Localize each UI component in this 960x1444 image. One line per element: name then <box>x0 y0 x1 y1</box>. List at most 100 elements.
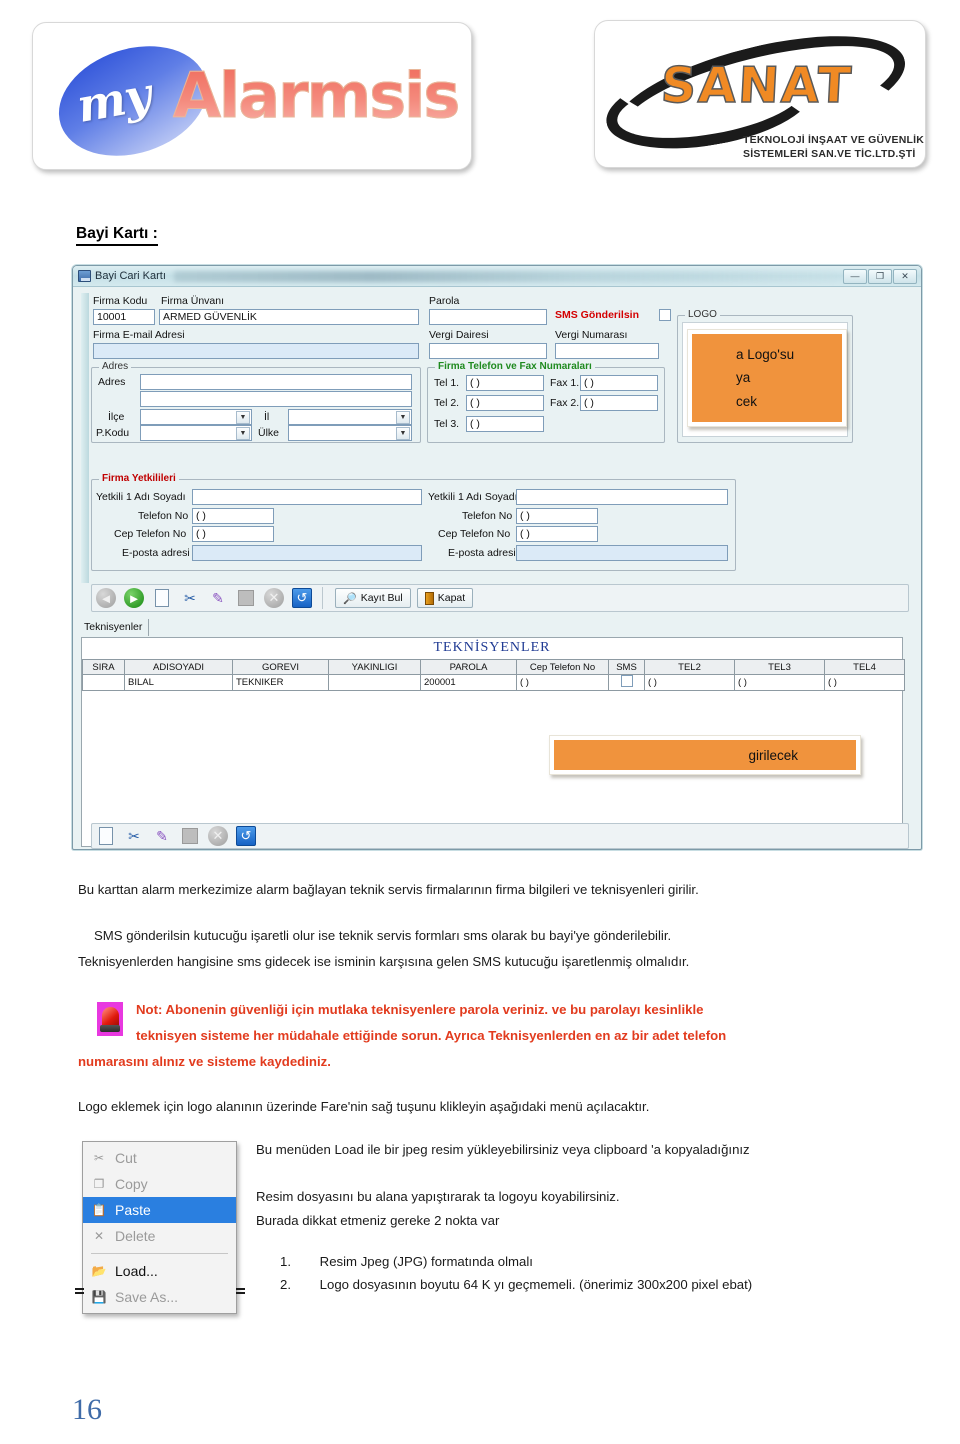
cell-cep-telefon-no[interactable]: ( ) <box>516 674 609 691</box>
minimize-button[interactable]: — <box>843 268 867 284</box>
grid-undo-button[interactable]: ↺ <box>233 824 259 848</box>
prev-record-button[interactable]: ◄ <box>93 586 119 610</box>
grid-delete-button[interactable]: ✕ <box>205 824 231 848</box>
pkodu-combo[interactable]: ▼ <box>140 425 252 441</box>
arrow-right-icon: ► <box>124 588 144 608</box>
col-tel2[interactable]: TEL2 <box>644 659 735 675</box>
cell-sira[interactable] <box>82 674 125 691</box>
yetkili2-telefon-label: Telefon No <box>462 510 513 522</box>
yetkili2-input[interactable] <box>516 489 728 505</box>
col-sms[interactable]: SMS <box>608 659 645 675</box>
sms-row-checkbox[interactable] <box>620 675 633 687</box>
col-parola[interactable]: PAROLA <box>420 659 517 675</box>
yetkili1-telefon-input[interactable]: ( ) <box>192 508 274 524</box>
logo-callout-line-1: a Logo'su <box>736 346 795 362</box>
cell-tel2[interactable]: ( ) <box>644 674 735 691</box>
grid-new-button[interactable] <box>93 824 119 848</box>
tab-teknisyenler[interactable]: Teknisyenler <box>81 619 150 636</box>
yetkili1-cep-input[interactable]: ( ) <box>192 526 274 542</box>
paragraph-3: Teknisyenlerden hangisine sms gidecek is… <box>78 954 690 969</box>
ilce-combo[interactable]: ▼ <box>140 409 252 425</box>
vergi-dairesi-label: Vergi Dairesi <box>429 329 489 341</box>
col-yakinligi[interactable]: YAKINLIGI <box>328 659 421 675</box>
adres-line2-input[interactable] <box>140 391 412 407</box>
yetkili1-input[interactable] <box>192 489 422 505</box>
fax1-label: Fax 1. <box>550 377 580 389</box>
vergi-dairesi-input[interactable] <box>429 343 547 359</box>
adres-label: Adres <box>98 376 126 388</box>
ulke-combo[interactable]: ▼ <box>288 425 412 441</box>
yetkili2-telefon-input[interactable]: ( ) <box>516 508 598 524</box>
next-record-button[interactable]: ► <box>121 586 147 610</box>
requirements-list: 1. Resim Jpeg (JPG) formatında olmalı 2.… <box>280 1250 752 1296</box>
tel3-input[interactable]: ( ) <box>466 416 544 432</box>
scissors-icon: ✂ <box>184 589 196 606</box>
firma-unvani-input[interactable]: ARMED GÜVENLİK <box>159 309 419 325</box>
parola-input[interactable] <box>429 309 547 325</box>
col-cep-telefon-no[interactable]: Cep Telefon No <box>516 659 609 675</box>
yetkili2-cep-input[interactable]: ( ) <box>516 526 598 542</box>
cell-gorevi[interactable]: TEKNIKER <box>232 674 329 691</box>
close-x-icon: ✕ <box>208 826 228 846</box>
vergi-numarasi-input[interactable] <box>555 343 659 359</box>
adres-group-caption: Adres <box>99 361 132 372</box>
col-adisoyadi[interactable]: ADISOYADI <box>124 659 233 675</box>
yetkili2-eposta-input[interactable] <box>516 545 728 561</box>
save-record-button[interactable] <box>233 586 259 610</box>
fax2-input[interactable]: ( ) <box>580 395 658 411</box>
yetkili1-eposta-input[interactable] <box>192 545 422 561</box>
chevron-down-icon[interactable]: ▼ <box>396 411 410 424</box>
undo-record-button[interactable]: ↺ <box>289 586 315 610</box>
col-sira[interactable]: SIRA <box>82 659 125 675</box>
grid-cut-button[interactable]: ✂ <box>121 824 147 848</box>
sanat-logo-card: SANAT TEKNOLOJİ İNŞAAT VE GÜVENLİK SİSTE… <box>594 12 926 180</box>
folder-open-icon: 📂 <box>91 1264 107 1278</box>
context-menu-item-paste[interactable]: 📋 Paste <box>83 1197 236 1223</box>
fax1-input[interactable]: ( ) <box>580 375 658 391</box>
kapat-button[interactable]: Kapat <box>416 588 474 608</box>
tel1-input[interactable]: ( ) <box>466 375 544 391</box>
grid-save-button[interactable] <box>177 824 203 848</box>
delete-record-button[interactable]: ✕ <box>261 586 287 610</box>
il-combo[interactable]: ▼ <box>288 409 412 425</box>
chevron-down-icon[interactable]: ▼ <box>236 427 250 440</box>
chevron-down-icon[interactable]: ▼ <box>236 411 250 424</box>
cut-record-button[interactable]: ✂ <box>177 586 203 610</box>
grid-edit-button[interactable]: ✎ <box>149 824 175 848</box>
context-menu-item-load[interactable]: 📂 Load... <box>83 1258 236 1284</box>
chevron-down-icon[interactable]: ▼ <box>396 427 410 440</box>
tel2-input[interactable]: ( ) <box>466 395 544 411</box>
maximize-button[interactable]: ❐ <box>868 268 892 284</box>
tab-strip: Teknisyenler <box>81 617 150 636</box>
context-menu-item-cut-label: Cut <box>115 1150 137 1166</box>
context-menu-item-delete[interactable]: ✕ Delete <box>83 1223 236 1249</box>
cell-parola[interactable]: 200001 <box>420 674 517 691</box>
firma-email-input[interactable] <box>93 343 419 359</box>
adres-line1-input[interactable] <box>140 374 412 390</box>
cell-tel4[interactable]: ( ) <box>824 674 905 691</box>
ilce-label: İlçe <box>108 411 125 423</box>
myalarmsis-logo: my Alarmsis <box>33 23 471 174</box>
sms-gonderilsin-checkbox[interactable] <box>659 309 671 321</box>
col-gorevi[interactable]: GOREVI <box>232 659 329 675</box>
context-menu-item-cut[interactable]: ✂ Cut <box>83 1145 236 1171</box>
kayit-bul-button[interactable]: 🔎 Kayıt Bul <box>335 588 411 608</box>
new-record-button[interactable] <box>149 586 175 610</box>
cell-yakinligi[interactable] <box>328 674 421 691</box>
col-tel3[interactable]: TEL3 <box>734 659 825 675</box>
context-menu-crop-marks <box>75 1288 245 1298</box>
yetkili1-label: Yetkili 1 Adı Soyadı <box>96 491 186 503</box>
pkodu-label: P.Kodu <box>96 427 130 439</box>
firma-kodu-input[interactable]: 10001 <box>93 309 155 325</box>
adres-group: Adres Adres İlçe ▼ İl ▼ P.Kodu ▼ Ülke ▼ <box>91 361 421 443</box>
kayit-bul-label: Kayıt Bul <box>360 592 403 604</box>
table-row[interactable]: BILAL TEKNIKER 200001 ( ) ( ) ( ) ( ) <box>82 674 905 691</box>
cell-sms[interactable] <box>608 674 645 691</box>
cell-tel3[interactable]: ( ) <box>734 674 825 691</box>
edit-record-button[interactable]: ✎ <box>205 586 231 610</box>
close-button[interactable]: ✕ <box>893 268 917 284</box>
cell-adisoyadi[interactable]: BILAL <box>124 674 233 691</box>
il-label: İl <box>264 411 270 423</box>
col-tel4[interactable]: TEL4 <box>824 659 905 675</box>
context-menu-item-copy[interactable]: ❐ Copy <box>83 1171 236 1197</box>
